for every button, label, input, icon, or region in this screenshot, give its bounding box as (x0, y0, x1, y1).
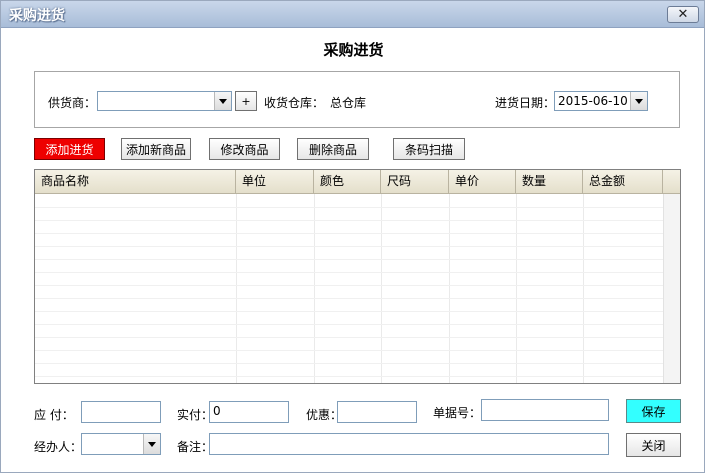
date-label: 进货日期： (495, 96, 556, 110)
chevron-down-icon[interactable] (630, 92, 647, 110)
delete-product-button[interactable]: 删除商品 (297, 138, 369, 160)
discount-input[interactable] (337, 401, 417, 423)
edit-product-button[interactable]: 修改商品 (209, 138, 280, 160)
table-header: 商品名称 单位 颜色 尺码 单价 数量 总金额 (35, 170, 680, 194)
grid-row-line (35, 337, 680, 338)
table-body[interactable] (35, 194, 680, 383)
grid-row-line (35, 220, 680, 221)
grid-column-line (583, 194, 584, 383)
grid-row-line (35, 285, 680, 286)
doc-no-label: 单据号： (433, 406, 482, 420)
grid-column-line (314, 194, 315, 383)
grid-column-line (516, 194, 517, 383)
warehouse-label: 收货仓库： (264, 96, 325, 110)
grid-row-line (35, 246, 680, 247)
paid-label: 实付： (177, 408, 214, 422)
paid-value: 0 (213, 404, 221, 418)
grid-row-line (35, 376, 680, 377)
column-header-price[interactable]: 单价 (449, 170, 516, 193)
paid-input[interactable]: 0 (209, 401, 289, 423)
doc-no-input[interactable] (481, 399, 609, 421)
product-table[interactable]: 商品名称 单位 颜色 尺码 单价 数量 总金额 (34, 169, 681, 384)
handler-label: 经办人： (34, 440, 83, 454)
remark-input[interactable] (209, 433, 609, 455)
supplier-select[interactable] (97, 91, 232, 111)
date-value: 2015-06-10 (558, 94, 628, 108)
grid-column-line (236, 194, 237, 383)
grid-row-line (35, 298, 680, 299)
column-header-unit[interactable]: 单位 (236, 170, 314, 193)
page-title: 采购进货 (323, 41, 384, 59)
add-supplier-button[interactable]: + (235, 91, 257, 111)
chevron-down-icon[interactable] (143, 434, 160, 454)
grid-row-line (35, 324, 680, 325)
purchase-window: 采购进货 ✕ 采购进货 供货商： + 收货仓库： 总仓库 进货日期： 2015-… (0, 0, 705, 473)
save-button[interactable]: 保存 (626, 399, 681, 423)
grid-column-line (449, 194, 450, 383)
chevron-down-icon[interactable] (214, 92, 231, 110)
warehouse-value: 总仓库 (330, 96, 367, 110)
grid-row-line (35, 233, 680, 234)
column-header-name[interactable]: 商品名称 (35, 170, 236, 193)
add-new-product-button[interactable]: 添加新商品 (121, 138, 191, 160)
handler-select[interactable] (81, 433, 161, 455)
supplier-label: 供货商： (48, 96, 97, 110)
column-header-quantity[interactable]: 数量 (516, 170, 583, 193)
add-purchase-button[interactable]: 添加进货 (34, 138, 105, 160)
column-header-total[interactable]: 总金额 (583, 170, 663, 193)
payable-input[interactable] (81, 401, 161, 423)
grid-row-line (35, 207, 680, 208)
date-picker[interactable]: 2015-06-10 (554, 91, 648, 111)
grid-row-line (35, 350, 680, 351)
barcode-scan-button[interactable]: 条码扫描 (393, 138, 465, 160)
window-close-button[interactable]: ✕ (667, 6, 699, 23)
grid-row-line (35, 272, 680, 273)
title-bar[interactable]: 采购进货 ✕ (1, 1, 704, 28)
payable-label: 应 付： (34, 408, 74, 422)
column-header-size[interactable]: 尺码 (381, 170, 449, 193)
grid-row-line (35, 363, 680, 364)
grid-row-line (35, 311, 680, 312)
window-title: 采购进货 (9, 8, 65, 24)
grid-row-line (35, 259, 680, 260)
close-button[interactable]: 关闭 (626, 433, 681, 457)
column-header-color[interactable]: 颜色 (314, 170, 381, 193)
close-icon: ✕ (677, 7, 689, 22)
grid-column-line (381, 194, 382, 383)
table-scroll-area[interactable] (663, 194, 680, 383)
remark-label: 备注： (177, 440, 214, 454)
